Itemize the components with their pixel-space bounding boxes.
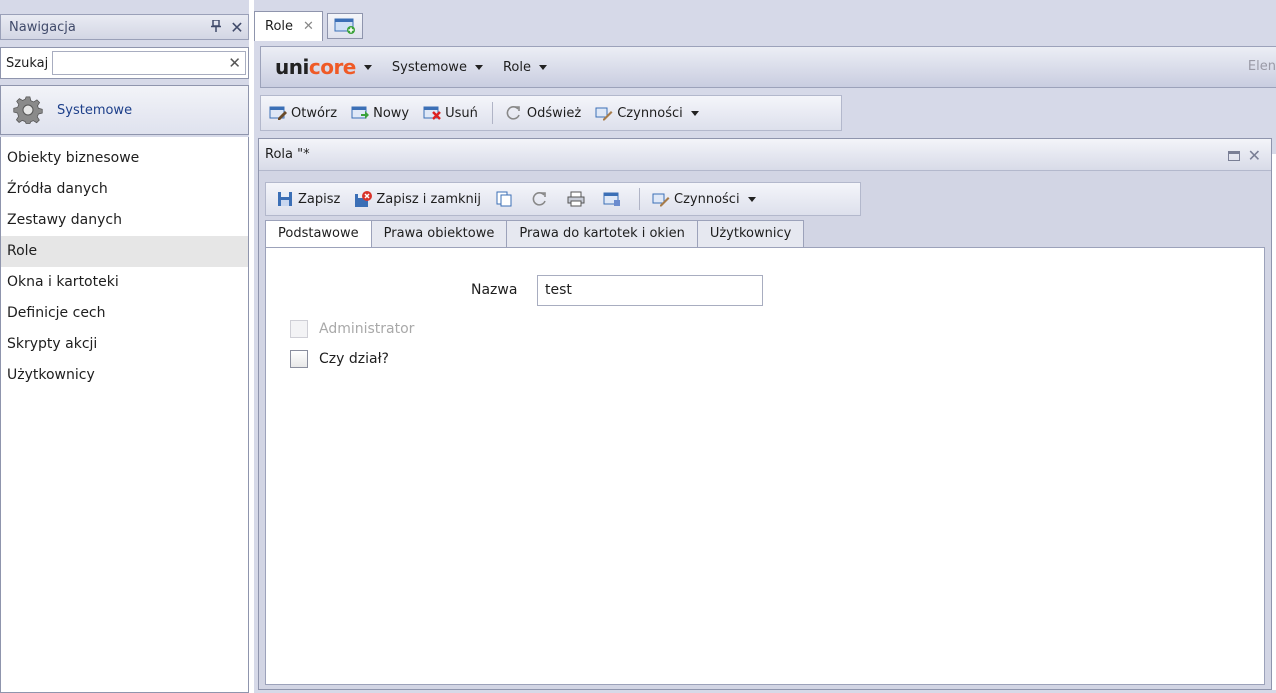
chevron-down-icon[interactable] (363, 64, 372, 70)
window-title: Rola "* (265, 147, 310, 162)
save-icon (278, 192, 292, 206)
print-button[interactable] (567, 191, 589, 207)
toolbar-separator (491, 102, 493, 124)
role-window: Rola "* ✕ Zapisz Zapisz i zamknij Czynno… (258, 138, 1272, 690)
document-tabs: Role ✕ (254, 11, 363, 41)
nav-item-okna-i-kartoteki[interactable]: Okna i kartoteki (1, 267, 248, 298)
section-label: Systemowe (57, 102, 133, 118)
refresh-icon (532, 192, 546, 206)
section-button-systemowe[interactable]: Systemowe (0, 85, 249, 135)
administrator-checkbox (290, 320, 308, 338)
window-toolbar: Zapisz Zapisz i zamknij Czynności (265, 182, 861, 216)
unicore-logo[interactable]: unicore (275, 55, 356, 79)
window-icon (603, 192, 620, 206)
new-tab-icon (334, 18, 355, 34)
refresh-icon (506, 106, 520, 120)
open-icon (269, 106, 287, 120)
list-toolbar: Otwórz Nowy Usuń Odśwież Czynności (260, 95, 842, 131)
main-area: Role ✕ unicore Systemowe Role Elen Otwór… (254, 0, 1276, 693)
doc-tab-label: Role (265, 19, 294, 34)
save-button[interactable]: Zapisz (276, 191, 340, 207)
name-field-row: Nazwa test (266, 275, 1264, 306)
navigation-title: Nawigacja (9, 19, 76, 35)
nav-item-zestawy-danych[interactable]: Zestawy danych (1, 205, 248, 236)
new-button[interactable]: Nowy (351, 105, 409, 121)
dept-label: Czy dział? (319, 351, 389, 367)
toolbar-separator (639, 188, 640, 210)
navigation-panel: Nawigacja ✕ Szukaj ✕ Systemowe Obiekty b… (0, 0, 249, 693)
menu-role[interactable]: Role (503, 60, 547, 75)
scrollbar-edge (1272, 154, 1276, 690)
administrator-checkbox-row: Administrator (290, 320, 414, 338)
nav-item-role[interactable]: Role (1, 236, 248, 267)
menu-right-text[interactable]: Elen (1248, 59, 1276, 74)
chevron-down-icon (474, 64, 483, 70)
tab-content: Nazwa test Administrator Czy dział? (265, 247, 1265, 685)
refresh-button[interactable]: Odśwież (505, 105, 581, 121)
actions-icon (595, 107, 613, 121)
window-actions-button[interactable]: Czynności (652, 191, 756, 207)
tab-prawa-obiektowe[interactable]: Prawa obiektowe (371, 220, 508, 248)
chevron-down-icon (538, 64, 547, 70)
window-button[interactable] (603, 191, 625, 207)
tab-uzytkownicy[interactable]: Użytkownicy (697, 220, 805, 248)
close-icon[interactable]: ✕ (226, 18, 248, 37)
new-tab-button[interactable] (326, 13, 363, 39)
window-title-bar: Rola "* ✕ (259, 139, 1271, 171)
name-input[interactable]: test (537, 275, 763, 306)
name-label: Nazwa (471, 282, 518, 298)
printer-icon (567, 191, 585, 207)
delete-icon (423, 106, 441, 120)
menu-systemowe[interactable]: Systemowe (392, 60, 483, 75)
open-button[interactable]: Otwórz (269, 105, 337, 121)
navigation-list: Obiekty biznesowe Źródła danych Zestawy … (0, 137, 249, 693)
menu-bar: unicore Systemowe Role Elen (260, 46, 1276, 88)
nav-item-obiekty-biznesowe[interactable]: Obiekty biznesowe (1, 143, 248, 174)
dept-checkbox-row[interactable]: Czy dział? (290, 350, 389, 368)
nav-item-zrodla-danych[interactable]: Źródła danych (1, 174, 248, 205)
nav-item-definicje-cech[interactable]: Definicje cech (1, 298, 248, 329)
copy-icon (496, 191, 512, 207)
navigation-header: Nawigacja ✕ (0, 14, 249, 40)
chevron-down-icon (690, 110, 699, 116)
search-input[interactable]: ✕ (52, 51, 246, 75)
reload-button[interactable] (531, 191, 553, 207)
chevron-down-icon (747, 196, 756, 202)
administrator-label: Administrator (319, 321, 415, 337)
new-icon (351, 106, 370, 119)
tab-podstawowe[interactable]: Podstawowe (265, 220, 372, 248)
nav-item-skrypty-akcji[interactable]: Skrypty akcji (1, 329, 248, 360)
close-tab-icon[interactable]: ✕ (303, 19, 314, 34)
dept-checkbox[interactable] (290, 350, 308, 368)
gear-icon (13, 96, 43, 124)
window-tabs: Podstawowe Prawa obiektowe Prawa do kart… (265, 220, 805, 248)
close-window-icon[interactable]: ✕ (1248, 146, 1261, 165)
doc-tab-role[interactable]: Role ✕ (254, 11, 323, 41)
save-close-icon (355, 191, 373, 207)
tab-prawa-do-kartotek[interactable]: Prawa do kartotek i okien (507, 220, 698, 248)
actions-icon (652, 193, 670, 207)
actions-button[interactable]: Czynności (595, 105, 699, 121)
copy-button[interactable] (495, 191, 517, 207)
search-label: Szukaj (6, 55, 49, 71)
clear-icon[interactable]: ✕ (228, 54, 241, 72)
maximize-icon[interactable] (1227, 150, 1240, 161)
pin-icon[interactable] (206, 18, 226, 35)
nav-item-uzytkownicy[interactable]: Użytkownicy (1, 360, 248, 391)
save-close-button[interactable]: Zapisz i zamknij (354, 191, 481, 207)
search-row: Szukaj ✕ (0, 47, 249, 79)
delete-button[interactable]: Usuń (423, 105, 478, 121)
